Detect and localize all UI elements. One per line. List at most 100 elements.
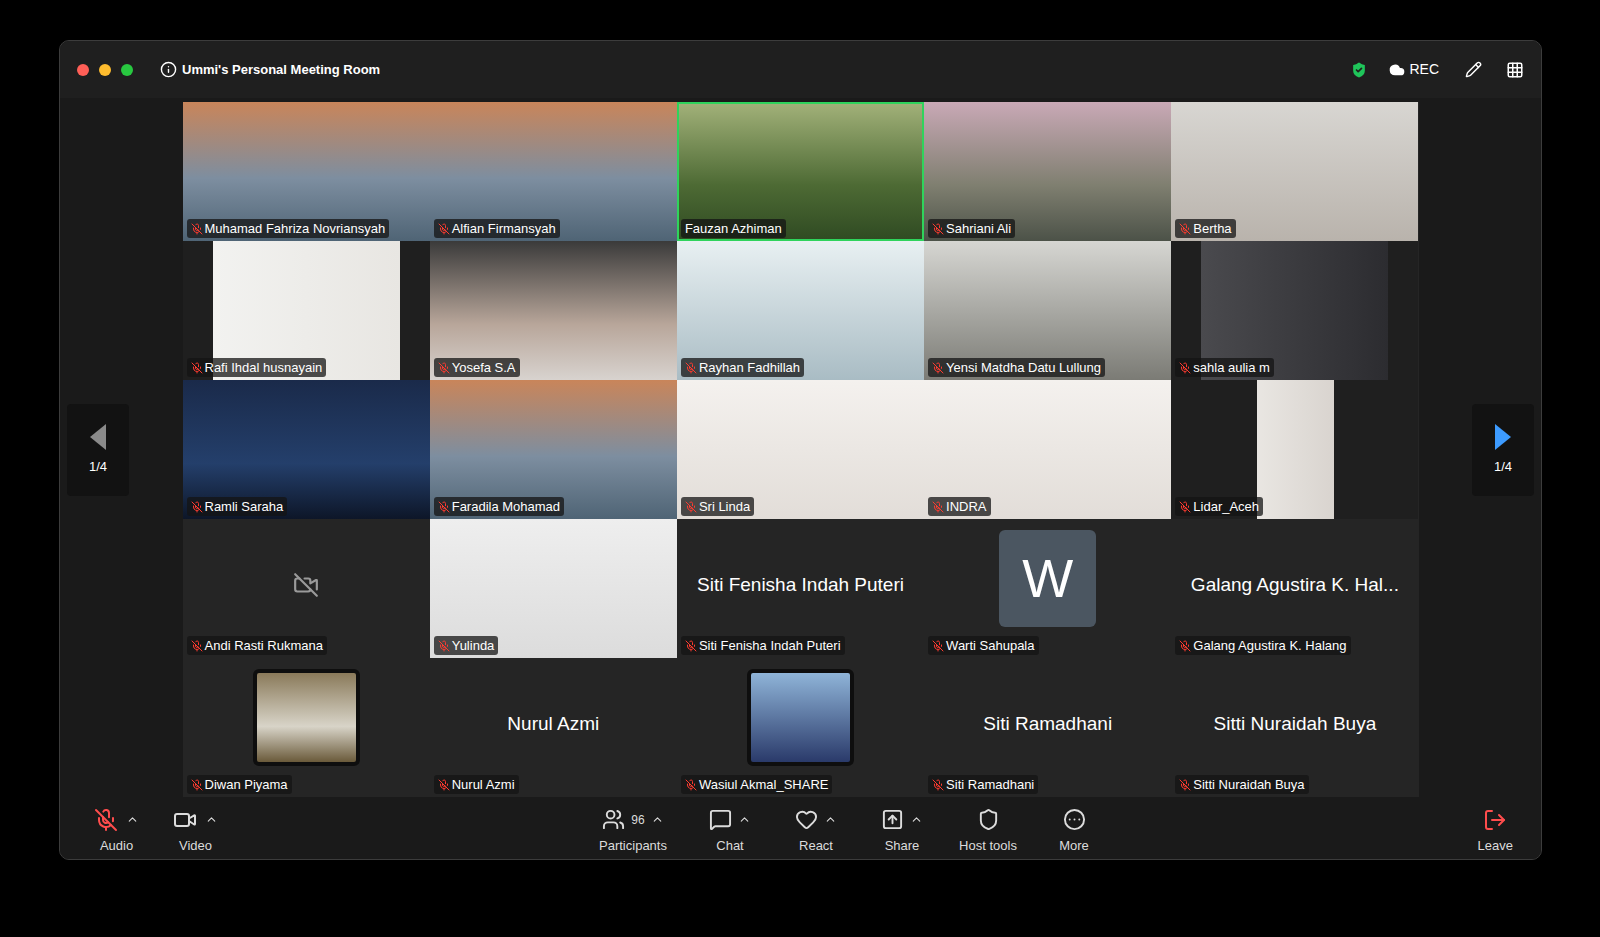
participant-tile[interactable]: Yosefa S.A <box>430 241 677 380</box>
muted-mic-icon <box>438 640 450 652</box>
participant-name-label: Sahriani Ali <box>928 219 1015 238</box>
muted-mic-icon <box>438 779 450 791</box>
muted-mic-icon <box>191 640 203 652</box>
toolbar-button[interactable]: Chat <box>687 806 773 856</box>
participant-tile[interactable]: Galang Agustira K. Hal...Galang Agustira… <box>1171 519 1418 658</box>
participant-tile[interactable]: Yensi Matdha Datu Lullung <box>924 241 1171 380</box>
toolbar-item-icon <box>977 808 1000 831</box>
participant-name-label: Yulinda <box>434 636 499 655</box>
toolbar-button[interactable]: Share <box>859 806 945 856</box>
participant-name-label: Rafi Ihdal husnayain <box>187 358 327 377</box>
view-grid-icon[interactable] <box>1506 61 1524 79</box>
participant-tile[interactable]: Siti Ramadhani Siti Ramadhani <box>924 658 1171 797</box>
encryption-shield-icon[interactable] <box>1349 60 1369 80</box>
muted-mic-icon <box>191 779 203 791</box>
participant-name-label: Wasiul Akmal_SHARE <box>681 775 833 794</box>
info-icon[interactable] <box>160 61 177 78</box>
participant-display-name: Galang Agustira K. Hal... <box>1189 571 1401 606</box>
participant-tile[interactable]: Sitti Nuraidah BuyaSitti Nuraidah Buya <box>1171 658 1418 797</box>
participant-tile[interactable]: INDRA <box>924 380 1171 519</box>
toolbar-item-icon <box>709 808 732 831</box>
left-page-arrow[interactable]: 1/4 <box>67 404 129 496</box>
muted-mic-icon <box>438 362 450 374</box>
muted-mic-icon <box>438 223 450 235</box>
participant-tile[interactable]: Yulinda <box>430 519 677 658</box>
muted-mic-icon <box>932 223 944 235</box>
camera-off-icon <box>293 572 319 598</box>
chevron-up-icon[interactable] <box>205 813 218 826</box>
participant-tile[interactable]: Fauzan Azhiman <box>677 102 924 241</box>
muted-mic-icon <box>685 362 697 374</box>
participant-tile[interactable]: Muhamad Fahriza Novriansyah <box>183 102 430 241</box>
muted-mic-icon <box>191 223 203 235</box>
toolbar-button[interactable]: Host tools <box>945 806 1031 856</box>
right-page-arrow[interactable]: 1/4 <box>1472 404 1534 496</box>
toolbar-button[interactable]: More <box>1031 806 1117 856</box>
chevron-up-icon[interactable] <box>126 813 139 826</box>
participant-tile[interactable]: Alfian Firmansyah <box>430 102 677 241</box>
minimize-button[interactable] <box>99 64 111 76</box>
participant-name-label: Yensi Matdha Datu Lullung <box>928 358 1105 377</box>
participant-grid: Muhamad Fahriza NovriansyahAlfian Firman… <box>183 102 1419 797</box>
participant-display-name: Siti Ramadhani <box>981 710 1114 745</box>
muted-mic-icon <box>932 640 944 652</box>
muted-mic-icon <box>932 362 944 374</box>
participant-tile[interactable]: Bertha <box>1171 102 1418 241</box>
toolbar-button[interactable]: 96Participants <box>579 806 687 856</box>
chevron-up-icon[interactable] <box>910 813 923 826</box>
leave-door-icon <box>1483 808 1507 832</box>
toolbar-button[interactable]: Video <box>173 806 218 856</box>
participant-name-label: Siti Fenisha Indah Puteri <box>681 636 845 655</box>
toolbar-button[interactable]: Audio <box>94 806 139 856</box>
participant-display-name: Sitti Nuraidah Buya <box>1212 710 1379 745</box>
profile-picture <box>747 669 854 766</box>
participant-tile[interactable]: Nurul AzmiNurul Azmi <box>430 658 677 797</box>
muted-mic-icon <box>1179 640 1191 652</box>
participant-tile[interactable]: Rayhan Fadhillah <box>677 241 924 380</box>
participant-tile[interactable]: sahla aulia m <box>1171 241 1418 380</box>
chevron-up-icon[interactable] <box>651 813 664 826</box>
participant-tile[interactable]: Sri Linda <box>677 380 924 519</box>
participant-tile[interactable]: Faradila Mohamad <box>430 380 677 519</box>
muted-mic-icon <box>1179 501 1191 513</box>
initial-avatar: W <box>999 530 1096 627</box>
participant-tile[interactable]: Sahriani Ali <box>924 102 1171 241</box>
muted-mic-icon <box>932 501 944 513</box>
participant-name-label: sahla aulia m <box>1175 358 1274 377</box>
title-bar: Ummi's Personal Meeting RoomREC <box>60 41 1541 98</box>
toolbar-item-icon <box>881 808 904 831</box>
participant-tile[interactable]: Wasiul Akmal_SHARE <box>677 658 924 797</box>
participant-name-label: Diwan Piyama <box>187 775 292 794</box>
participant-name-label: Siti Ramadhani <box>928 775 1038 794</box>
close-button[interactable] <box>77 64 89 76</box>
right-triangle-icon <box>1494 423 1512 451</box>
participant-display-name: Siti Fenisha Indah Puteri <box>695 571 906 606</box>
toolbar-button[interactable]: React <box>773 806 859 856</box>
participant-tile[interactable]: Siti Fenisha Indah Puteri Siti Fenisha In… <box>677 519 924 658</box>
participant-tile[interactable]: Ramli Saraha <box>183 380 430 519</box>
annotate-pencil-icon[interactable] <box>1465 61 1482 78</box>
chevron-up-icon[interactable] <box>738 813 751 826</box>
participant-tile[interactable]: Andi Rasti Rukmana <box>183 519 430 658</box>
zoom-button[interactable] <box>121 64 133 76</box>
participant-tile[interactable]: Diwan Piyama <box>183 658 430 797</box>
participant-tile[interactable]: W Warti Sahupala <box>924 519 1171 658</box>
participant-name-label: Alfian Firmansyah <box>434 219 560 238</box>
muted-mic-icon <box>1179 362 1191 374</box>
chevron-up-icon[interactable] <box>824 813 837 826</box>
participant-name-label: Rayhan Fadhillah <box>681 358 804 377</box>
zoom-window: Ummi's Personal Meeting RoomREC 1/4 Muhama… <box>59 40 1542 860</box>
participant-tile[interactable]: Rafi Ihdal husnayain <box>183 241 430 380</box>
recording-indicator[interactable]: REC <box>1389 59 1439 80</box>
video-camera-icon <box>173 808 197 832</box>
participant-tile[interactable]: Lidar_Aceh <box>1171 380 1418 519</box>
participant-name-label: Bertha <box>1175 219 1235 238</box>
leave-button[interactable]: Leave <box>1478 806 1521 856</box>
profile-picture <box>253 669 360 766</box>
participant-name-label: Warti Sahupala <box>928 636 1038 655</box>
participant-name-label: Yosefa S.A <box>434 358 520 377</box>
muted-mic-icon <box>1179 223 1191 235</box>
toolbar-item-icon <box>1063 808 1086 831</box>
muted-mic-icon <box>685 501 697 513</box>
participant-name-label: Nurul Azmi <box>434 775 519 794</box>
